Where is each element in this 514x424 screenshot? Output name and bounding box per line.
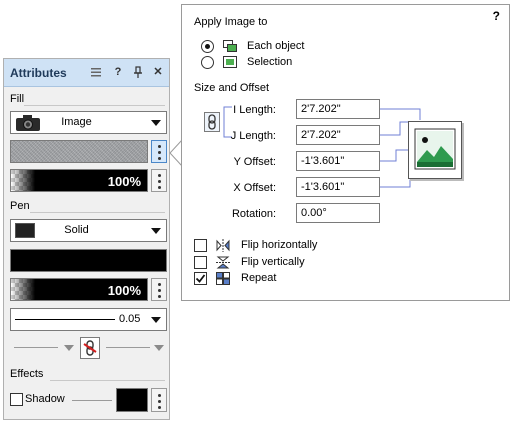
selection-label: Selection (247, 56, 293, 68)
selection-icon (223, 56, 237, 68)
shadow-label: Shadow (25, 393, 65, 405)
fill-opacity-slider[interactable]: 100% (10, 169, 148, 192)
rotation-field[interactable]: 0.00° (296, 203, 380, 223)
radio-selection[interactable] (201, 56, 214, 69)
pen-type-dropdown[interactable]: Solid (10, 219, 167, 242)
shadow-checkbox[interactable] (10, 393, 23, 406)
chevron-down-icon (154, 345, 164, 351)
image-preview-frame (408, 121, 462, 179)
flip-vertically-label: Flip vertically (241, 256, 305, 268)
y-offset-field[interactable]: -1'3.601" (296, 151, 380, 171)
link-icon (83, 340, 97, 356)
shadow-options-button[interactable] (151, 388, 167, 412)
checkmark-icon (195, 274, 206, 283)
rotation-label: Rotation: (231, 208, 276, 220)
pen-width-value: 0.05 (119, 313, 141, 325)
x-offset-label: X Offset: (233, 182, 276, 194)
effects-separator (50, 380, 165, 381)
pen-opacity-value: 100% (107, 283, 141, 298)
start-arrowhead-dropdown[interactable] (10, 337, 76, 359)
arrowhead-line (14, 347, 58, 348)
picture-icon (414, 128, 456, 170)
size-offset-heading: Size and Offset (194, 82, 270, 94)
link-arrowheads-button[interactable] (80, 337, 100, 359)
chevron-down-icon (151, 228, 161, 234)
pen-width-dropdown[interactable]: 0.05 (10, 308, 167, 331)
chevron-down-icon (64, 345, 74, 351)
i-length-label: I Length: (233, 104, 276, 116)
menu-icon[interactable] (89, 65, 103, 79)
shadow-separator (72, 400, 112, 401)
panel-title: Attributes (10, 66, 67, 80)
flip-horizontal-icon (216, 239, 230, 252)
fill-opacity-value: 100% (107, 174, 141, 189)
shadow-color-swatch[interactable] (116, 388, 148, 412)
x-offset-field[interactable]: -1'3.601" (296, 177, 380, 197)
fill-section-label: Fill (10, 93, 25, 105)
flip-vertical-icon (216, 256, 230, 269)
i-length-field[interactable]: 2'7.202" (296, 99, 380, 119)
y-offset-label: Y Offset: (233, 156, 276, 168)
help-icon[interactable]: ? (111, 65, 125, 79)
pen-separator (30, 212, 165, 213)
each-object-label: Each object (247, 40, 305, 52)
repeat-label: Repeat (241, 272, 277, 284)
radio-each-object[interactable] (201, 40, 214, 53)
pen-opacity-slider[interactable]: 100% (10, 278, 148, 301)
pen-section-label: Pen (10, 200, 30, 212)
end-arrowhead-dropdown[interactable] (102, 337, 166, 359)
panel-header: Attributes ? ✕ (4, 59, 169, 87)
repeat-checkbox[interactable] (194, 272, 207, 285)
j-length-field[interactable]: 2'7.202" (296, 125, 380, 145)
chevron-down-icon (151, 317, 161, 323)
fill-type-label: Image (61, 116, 92, 128)
pen-width-line (15, 319, 115, 320)
image-options-popup: ? Apply Image to Each object Selection S… (181, 4, 510, 301)
fill-image-options-button[interactable] (151, 140, 167, 163)
each-object-icon (223, 40, 237, 52)
help-icon[interactable]: ? (493, 9, 500, 23)
pen-type-label: Solid (64, 224, 89, 236)
chevron-down-icon (151, 120, 161, 126)
pen-opacity-options-button[interactable] (151, 278, 167, 301)
flip-horizontally-label: Flip horizontally (241, 239, 318, 251)
fill-opacity-options-button[interactable] (151, 169, 167, 192)
close-icon[interactable]: ✕ (151, 65, 165, 79)
repeat-icon (216, 272, 230, 285)
j-length-label: J Length: (230, 130, 276, 142)
flip-horizontally-checkbox[interactable] (194, 239, 207, 252)
attributes-panel: Attributes ? ✕ Fill Image 100% Pen Solid (3, 58, 170, 420)
apply-heading: Apply Image to (194, 16, 268, 28)
pin-icon[interactable] (131, 65, 145, 79)
pen-color-preview[interactable] (10, 249, 167, 272)
fill-separator (24, 105, 165, 106)
effects-section-label: Effects (10, 368, 44, 380)
fill-type-dropdown[interactable]: Image (10, 111, 167, 134)
arrowhead-line (106, 347, 150, 348)
fill-image-preview[interactable] (10, 140, 148, 163)
flip-vertically-checkbox[interactable] (194, 256, 207, 269)
